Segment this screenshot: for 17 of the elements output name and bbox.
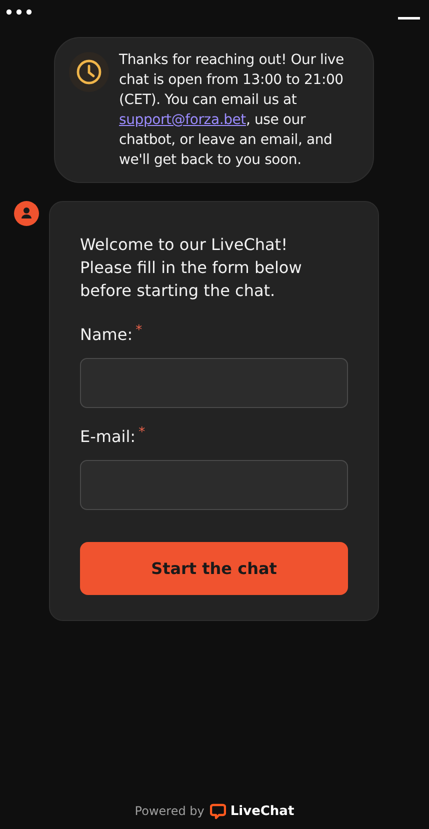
welcome-text: Welcome to our LiveChat! Please fill in the form below before starting the chat. [80,234,303,302]
field-label: Name: [80,324,133,346]
input-field[interactable] [80,358,348,408]
input-field[interactable] [80,460,348,510]
email-link[interactable]: support@forza.bet [119,112,246,128]
more-options-icon[interactable] [6,9,32,15]
message-text: Thanks for reaching out! Our live chat is open from 13:00 to 21:00 (CET). You can email us at support@forza.bet, use our chatbot, or leave an email, and we'll get back to you soon. [119,51,345,170]
required-mark: * [138,426,146,440]
avatar-icon [14,201,39,226]
required-mark: * [136,324,142,338]
clock-icon [69,52,109,92]
brand-name[interactable]: LiveChat [230,802,294,821]
powered-by-text: Powered by [134,803,204,820]
chat-bubble-icon [210,802,226,820]
minimize-icon[interactable] [398,17,420,20]
start-chat-button[interactable]: Start the chat [80,542,348,595]
field-label: E-mail: [80,426,136,448]
